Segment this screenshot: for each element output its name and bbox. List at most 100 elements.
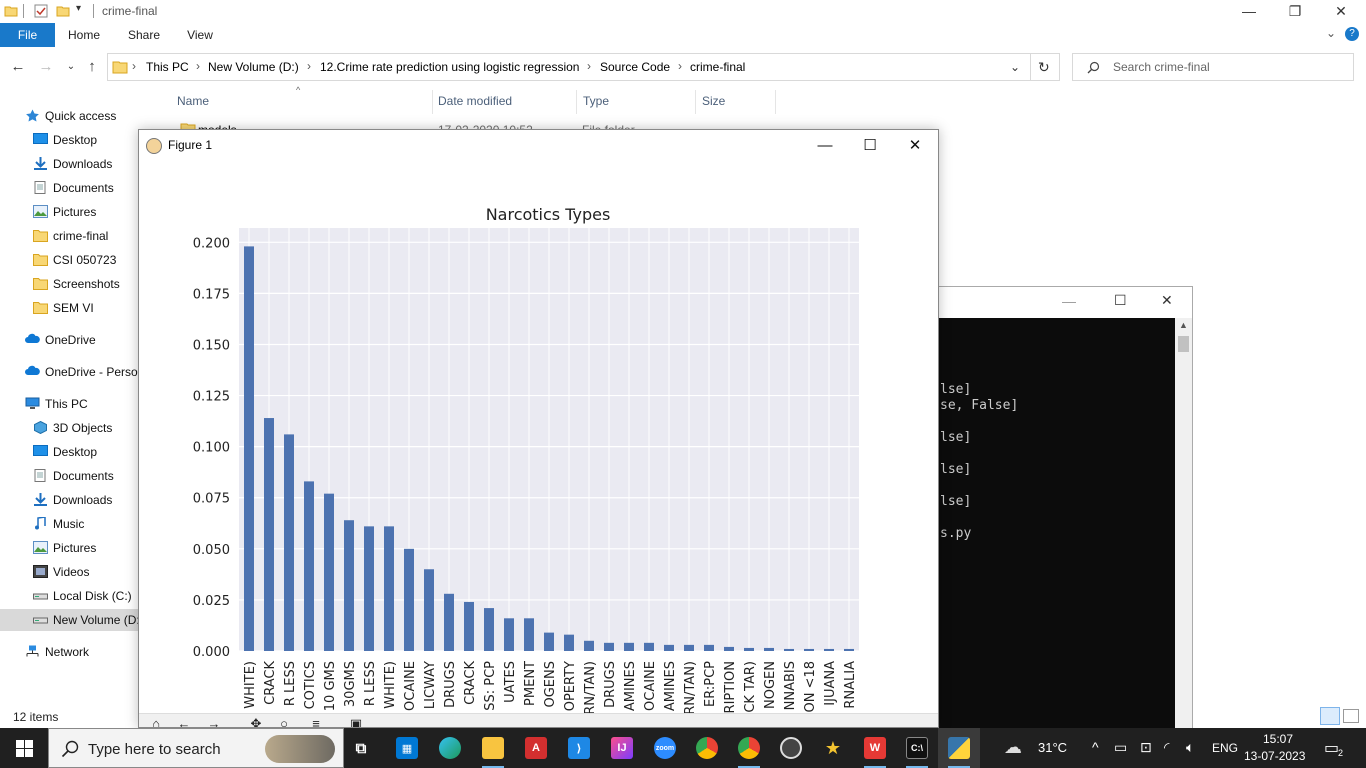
figure-minimize-button[interactable]: — — [802, 134, 848, 158]
taskbar-search-box[interactable]: Type here to search — [48, 728, 344, 768]
figure-close-button[interactable]: ✕ — [892, 134, 938, 158]
large-icons-view-button[interactable] — [1343, 709, 1359, 723]
sidebar-item[interactable]: Pictures — [0, 537, 138, 559]
column-header-name[interactable]: Name — [177, 94, 209, 108]
sidebar-item[interactable]: Local Disk (C:) — [0, 585, 138, 607]
console-maximize-button[interactable]: ☐ — [1114, 292, 1127, 309]
sidebar-item[interactable]: SEM VI — [0, 297, 138, 319]
column-separator[interactable] — [576, 90, 577, 114]
clock-date[interactable]: 13-07-2023 — [1244, 749, 1305, 763]
back-button[interactable]: ← — [9, 58, 27, 76]
expand-ribbon-icon[interactable]: ⌄ — [1326, 26, 1336, 40]
taskbar-python[interactable] — [938, 728, 980, 768]
console-minimize-button[interactable]: — — [1062, 293, 1076, 309]
taskbar-store[interactable]: ▦ — [386, 728, 428, 768]
breadcrumb-separator-icon[interactable]: › — [587, 59, 591, 73]
folder-icon[interactable] — [4, 4, 18, 18]
weather-temperature[interactable]: 31°C — [1038, 740, 1067, 755]
column-header-date-modified[interactable]: Date modified — [438, 94, 512, 108]
sidebar-item[interactable]: Documents — [0, 465, 138, 487]
breadcrumb-project[interactable]: 12.Crime rate prediction using logistic … — [320, 60, 579, 74]
sidebar-item[interactable]: OneDrive — [0, 329, 138, 351]
sidebar-item[interactable]: Desktop — [0, 129, 138, 151]
back-arrow-icon[interactable]: ← — [173, 716, 195, 727]
breadcrumb-new-volume[interactable]: New Volume (D:) — [208, 60, 299, 74]
console-scrollbar[interactable]: ▲ — [1175, 318, 1192, 729]
sidebar-item[interactable]: 3D Objects — [0, 417, 138, 439]
customize-quick-access-icon[interactable]: ▾ — [76, 3, 81, 14]
forward-arrow-icon[interactable]: → — [203, 716, 225, 727]
sidebar-item[interactable]: CSI 050723 — [0, 249, 138, 271]
battery-icon[interactable]: ▭ — [1114, 739, 1127, 756]
breadcrumb-separator-icon[interactable]: › — [678, 59, 682, 73]
column-separator[interactable] — [432, 90, 433, 114]
configure-subplots-icon[interactable]: ≡ — [305, 716, 327, 727]
volume-icon[interactable]: 🔈︎ — [1186, 739, 1194, 756]
minimize-button[interactable]: — — [1226, 0, 1272, 22]
sidebar-item[interactable]: Documents — [0, 177, 138, 199]
tab-home[interactable]: Home — [60, 23, 108, 47]
column-header-size[interactable]: Size — [702, 94, 725, 108]
taskbar-chrome-2[interactable] — [728, 728, 770, 768]
save-icon[interactable]: ▣ — [345, 716, 367, 727]
wifi-icon[interactable]: ◜ — [1164, 739, 1169, 756]
sidebar-item[interactable]: Network — [0, 641, 138, 663]
address-bar[interactable]: › This PC › New Volume (D:) › 12.Crime r… — [107, 53, 1060, 81]
taskbar-app-red[interactable]: W — [854, 728, 896, 768]
zoom-icon[interactable]: ○ — [273, 716, 295, 727]
column-separator[interactable] — [775, 90, 776, 114]
sidebar-item[interactable]: Music — [0, 513, 138, 535]
scrollbar-thumb[interactable] — [1178, 336, 1189, 352]
sidebar-item[interactable]: Videos — [0, 561, 138, 583]
start-button[interactable] — [0, 728, 48, 768]
home-icon[interactable]: ⌂ — [145, 716, 167, 727]
sidebar-item[interactable]: New Volume (D:) — [0, 609, 138, 631]
taskbar-vscode[interactable]: ⟩ — [558, 728, 600, 768]
breadcrumb-separator-icon[interactable]: › — [132, 59, 136, 73]
tab-share[interactable]: Share — [120, 23, 168, 47]
breadcrumb-crime-final[interactable]: crime-final — [690, 60, 745, 74]
sidebar-item[interactable]: crime-final — [0, 225, 138, 247]
breadcrumb-this-pc[interactable]: This PC — [146, 60, 189, 74]
forward-button[interactable]: → — [37, 58, 55, 76]
taskbar-file-explorer[interactable] — [472, 728, 514, 768]
sidebar-item[interactable]: Downloads — [0, 153, 138, 175]
column-separator[interactable] — [695, 90, 696, 114]
sidebar-item[interactable]: This PC — [0, 393, 138, 415]
sidebar-item[interactable]: Quick access — [0, 105, 138, 127]
console-close-button[interactable]: ✕ — [1161, 292, 1173, 309]
sidebar-item[interactable]: Downloads — [0, 489, 138, 511]
details-view-button[interactable] — [1320, 707, 1340, 725]
taskbar-app-star[interactable]: ★ — [812, 728, 854, 768]
new-folder-icon[interactable] — [56, 4, 70, 18]
search-box[interactable]: Search crime-final — [1072, 53, 1354, 81]
help-icon[interactable]: ? — [1345, 27, 1359, 41]
recent-locations-icon[interactable]: ⌄ — [62, 58, 80, 76]
taskbar-chrome[interactable] — [686, 728, 728, 768]
pan-icon[interactable]: ✥ — [245, 716, 267, 727]
language-indicator[interactable]: ENG — [1212, 741, 1238, 755]
figure-maximize-button[interactable]: ☐ — [847, 134, 893, 158]
network-status-icon[interactable]: ⊡ — [1140, 739, 1152, 756]
sidebar-item[interactable]: OneDrive - Personal — [0, 361, 138, 383]
breadcrumb-source-code[interactable]: Source Code — [600, 60, 670, 74]
breadcrumb-separator-icon[interactable]: › — [196, 59, 200, 73]
console-output[interactable]: lse] se, False] lse] lse] lse] s.py — [938, 318, 1175, 729]
up-button[interactable]: ↑ — [83, 58, 101, 76]
taskbar-acrobat[interactable]: A — [515, 728, 557, 768]
weather-cloud-icon[interactable]: ☁ — [1004, 737, 1022, 758]
tab-file[interactable]: File — [0, 23, 55, 47]
taskbar-intellij[interactable]: IJ — [601, 728, 643, 768]
taskbar-obs[interactable] — [770, 728, 812, 768]
sidebar-item[interactable]: Screenshots — [0, 273, 138, 295]
taskbar-zoom[interactable]: zoom — [644, 728, 686, 768]
sidebar-item[interactable]: Desktop — [0, 441, 138, 463]
taskbar-terminal[interactable]: C:\ — [896, 728, 938, 768]
notifications-icon[interactable]: ▭ — [1324, 738, 1339, 758]
restore-button[interactable]: ❐ — [1272, 0, 1318, 22]
properties-icon[interactable] — [34, 4, 48, 18]
tab-view[interactable]: View — [176, 23, 224, 47]
scroll-up-icon[interactable]: ▲ — [1179, 320, 1188, 330]
show-hidden-icons-icon[interactable]: ^ — [1092, 739, 1099, 755]
close-button[interactable]: ✕ — [1318, 0, 1364, 22]
